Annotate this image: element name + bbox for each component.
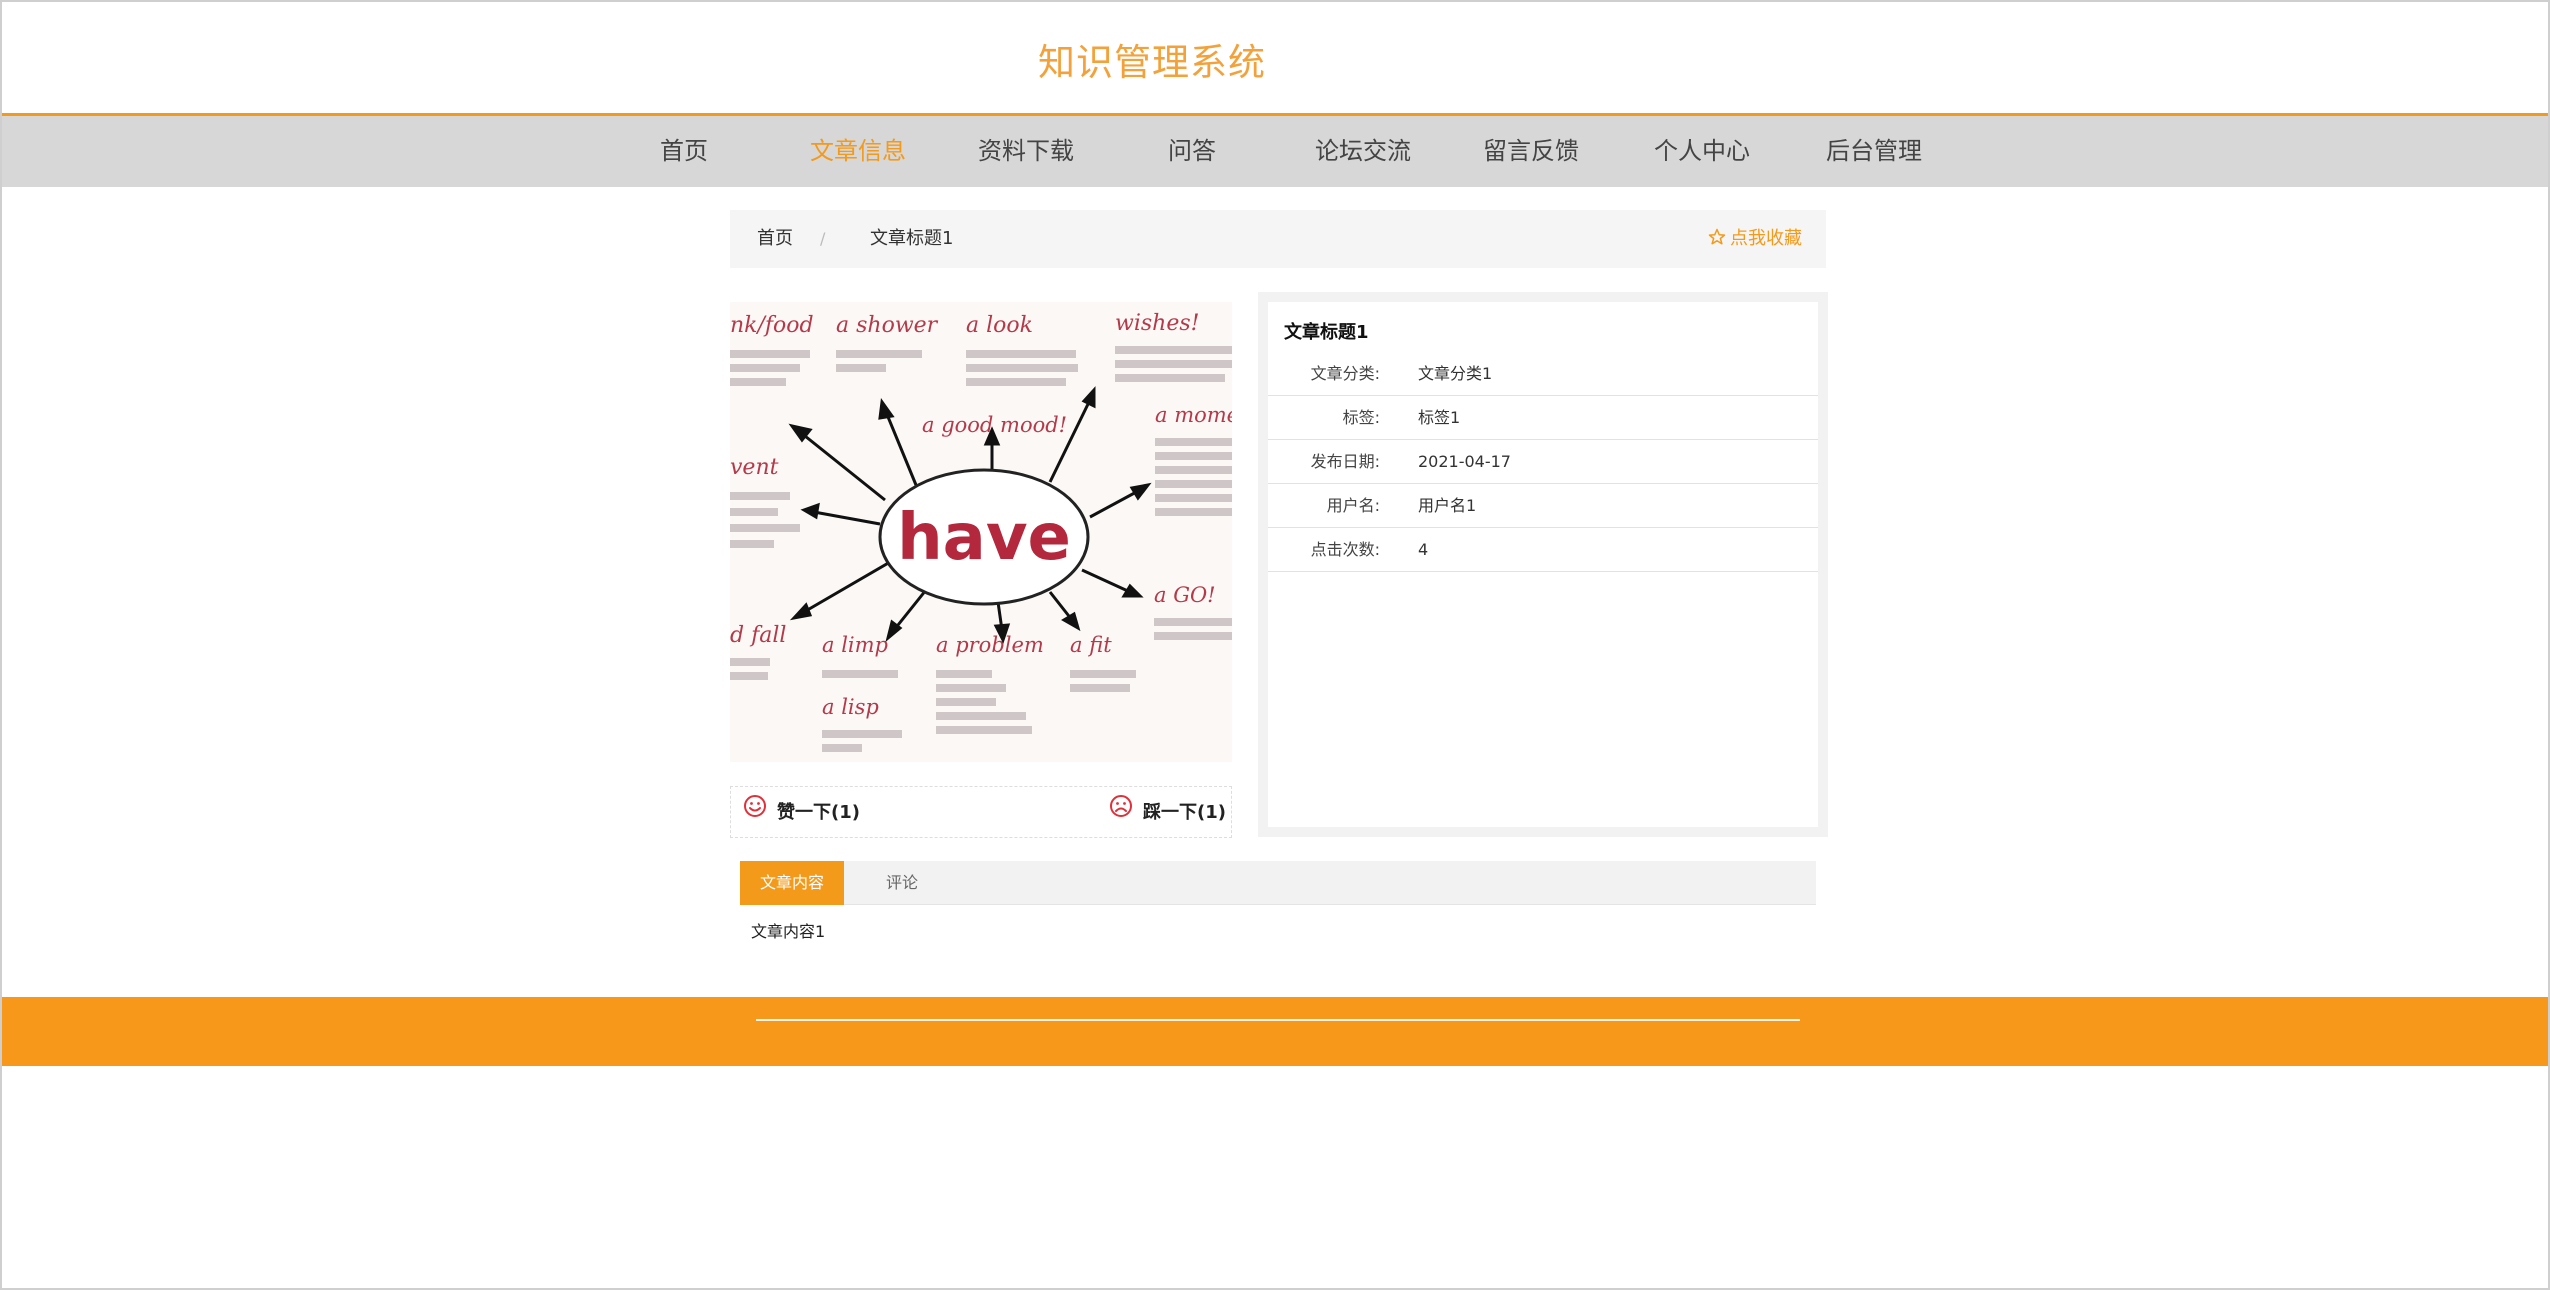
breadcrumb-separator: /: [820, 229, 826, 248]
site-title: 知识管理系统: [1038, 41, 1266, 84]
img-label-3: a look: [966, 313, 1033, 338]
favorite-label: 点我收藏: [1730, 228, 1802, 249]
img-label-13: a lisp: [822, 695, 879, 719]
nav-item-feedback[interactable]: 留言反馈: [1483, 116, 1579, 187]
dislike-label: 踩一下(1): [1143, 802, 1226, 823]
img-label-4: wishes!: [1115, 311, 1199, 336]
img-label-10: a problem: [936, 633, 1044, 657]
detail-row-tag: 标签: 标签1: [1268, 396, 1818, 440]
favorite-button[interactable]: 点我收藏: [1708, 210, 1802, 268]
img-label-1: nk/food: [730, 313, 814, 338]
nav-item-profile[interactable]: 个人中心: [1654, 116, 1750, 187]
img-label-9: a limp: [822, 633, 888, 657]
breadcrumb-current: 文章标题1: [870, 228, 954, 249]
detail-row-clicks: 点击次数: 4: [1268, 528, 1818, 572]
detail-row-category: 文章分类: 文章分类1: [1268, 352, 1818, 396]
detail-label-clicks: 点击次数:: [1310, 540, 1380, 559]
detail-value-clicks: 4: [1418, 540, 1429, 559]
footer: [2, 997, 2548, 1066]
img-label-2: a shower: [836, 313, 939, 338]
detail-value-username: 用户名1: [1418, 496, 1477, 515]
dislike-button[interactable]: 踩一下(1): [1109, 787, 1226, 839]
breadcrumb: 首页 / 文章标题1 点我收藏: [730, 210, 1826, 268]
detail-value-tag: 标签1: [1418, 408, 1461, 427]
img-center-word: have: [897, 501, 1071, 575]
have-mindmap-illustration: nk/food a shower a look wishes! a good m…: [730, 302, 1232, 762]
nav-item-articles[interactable]: 文章信息: [810, 116, 906, 187]
img-label-6: a mome: [1155, 403, 1232, 427]
main-nav: 首页 文章信息 资料下载 问答 论坛交流 留言反馈 个人中心 后台管理: [2, 113, 2548, 187]
breadcrumb-home[interactable]: 首页: [757, 210, 793, 268]
article-title: 文章标题1: [1284, 322, 1369, 343]
img-label-12: a GO!: [1154, 583, 1216, 607]
detail-row-date: 发布日期: 2021-04-17: [1268, 440, 1818, 484]
detail-value-category: 文章分类1: [1418, 364, 1493, 383]
article-detail-panel: 文章标题1 文章分类: 文章分类1 标签: 标签1 发布日期: 2021-04-…: [1258, 292, 1828, 837]
tab-comments[interactable]: 评论: [844, 861, 960, 905]
img-label-7: vent: [730, 455, 779, 480]
like-label: 赞一下(1): [777, 802, 860, 823]
img-label-8: d fall: [730, 623, 786, 648]
like-button[interactable]: 赞一下(1): [743, 787, 860, 839]
smile-icon: [743, 787, 767, 839]
detail-label-username: 用户名:: [1326, 496, 1380, 515]
article-image: nk/food a shower a look wishes! a good m…: [730, 302, 1232, 762]
footer-divider: [756, 1019, 1800, 1021]
nav-item-admin[interactable]: 后台管理: [1826, 116, 1922, 187]
detail-row-username: 用户名: 用户名1: [1268, 484, 1818, 528]
tab-article-content[interactable]: 文章内容: [740, 861, 844, 905]
nav-item-qa[interactable]: 问答: [1168, 116, 1216, 187]
vote-bar: 赞一下(1) 踩一下(1): [730, 786, 1232, 838]
star-outline-icon: [1708, 210, 1726, 268]
article-content-text: 文章内容1: [751, 922, 826, 941]
detail-label-category: 文章分类:: [1310, 364, 1380, 383]
page: 知识管理系统 首页 文章信息 资料下载 问答 论坛交流 留言反馈 个人中心 后台…: [0, 0, 2550, 1290]
img-label-11: a fit: [1070, 633, 1112, 657]
nav-item-home[interactable]: 首页: [660, 116, 708, 187]
nav-item-downloads[interactable]: 资料下载: [978, 116, 1074, 187]
detail-label-date: 发布日期:: [1310, 452, 1380, 471]
frown-icon: [1109, 787, 1133, 839]
detail-value-date: 2021-04-17: [1418, 452, 1511, 471]
article-detail-card: 文章标题1 文章分类: 文章分类1 标签: 标签1 发布日期: 2021-04-…: [1268, 302, 1818, 827]
content-tabs: 文章内容 评论: [740, 861, 1816, 905]
nav-item-forum[interactable]: 论坛交流: [1315, 116, 1411, 187]
detail-label-tag: 标签:: [1342, 408, 1380, 427]
